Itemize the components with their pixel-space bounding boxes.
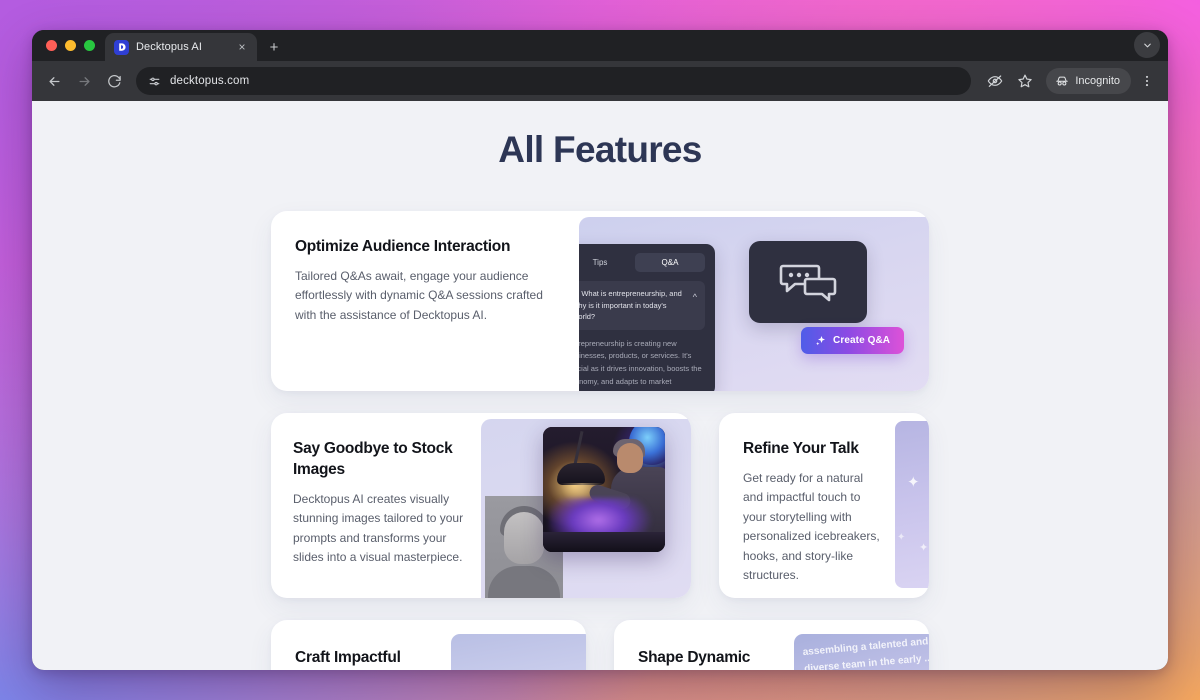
chevron-up-icon[interactable]: ^ [693, 292, 697, 303]
slide-mock-text: assembling a talented and diverse team i… [802, 635, 929, 670]
feature-card-media: ✦ ✦ ✦ [895, 421, 929, 588]
page-title: All Features [498, 129, 702, 170]
tracking-protection-button[interactable] [981, 67, 1009, 95]
qa-question-row[interactable]: 1. What is entrepreneurship, and why is … [579, 281, 705, 330]
three-dots-icon [1145, 75, 1149, 87]
sparkle-icon [816, 335, 825, 345]
window-traffic-lights [44, 30, 105, 61]
feature-card-title: Shape Dynamic [638, 649, 751, 666]
qa-answer-text: Entrepreneurship is creating new busines… [579, 338, 702, 386]
page-viewport: All Features Optimize Audience Interacti… [32, 101, 1168, 670]
tab-title: Decktopus AI [136, 41, 203, 53]
ai-generated-image [543, 427, 665, 552]
feature-card-media: Tips Q&A 1. What is entrepreneurship, an… [579, 217, 929, 391]
browser-menu-button[interactable] [1136, 67, 1158, 95]
back-button[interactable] [40, 67, 68, 95]
create-qa-label: Create Q&A [833, 335, 891, 346]
qa-tab-qa[interactable]: Q&A [635, 253, 705, 272]
url-text: decktopus.com [170, 75, 250, 87]
sparkle-icon: ✦ [907, 474, 920, 491]
chat-bubbles-icon [779, 264, 837, 302]
feature-row-3: Craft Impactful Shape Dynamic assembling… [271, 620, 929, 670]
minimize-window-button[interactable] [65, 40, 76, 51]
feature-card-body: Get ready for a natural and impactful to… [743, 470, 880, 583]
tab-strip: Decktopus AI × + [32, 30, 1168, 61]
tune-icon [149, 77, 160, 85]
feature-cards-container: Optimize Audience Interaction Tailored Q… [271, 211, 929, 670]
feature-card-title: Say Goodbye to Stock Images [293, 440, 453, 478]
chevron-down-icon [1143, 43, 1151, 47]
back-arrow-icon [49, 76, 59, 86]
qa-question-text: 1. What is entrepreneurship, and why is … [579, 289, 682, 322]
qa-mock-panel: Tips Q&A 1. What is entrepreneurship, an… [579, 244, 715, 391]
feature-row-2: Say Goodbye to Stock Images Decktopus AI… [271, 413, 929, 598]
star-icon [1018, 74, 1033, 88]
sparkle-icon: ✦ [919, 542, 929, 554]
feature-card-copy: Optimize Audience Interaction Tailored Q… [271, 211, 579, 391]
feature-card-copy: Say Goodbye to Stock Images Decktopus AI… [271, 413, 481, 598]
chat-bubbles-tile [749, 241, 867, 323]
toolbar-actions: Incognito [981, 67, 1158, 95]
feature-card-optimize-audience-interaction[interactable]: Optimize Audience Interaction Tailored Q… [271, 211, 929, 391]
feature-card-title: Refine Your Talk [743, 440, 859, 457]
decktopus-logo-icon [114, 39, 129, 55]
feature-card-body: Decktopus AI creates visually stunning i… [293, 491, 464, 565]
feature-card-body: Tailored Q&As await, engage your audienc… [295, 268, 543, 322]
forward-arrow-icon [79, 76, 89, 86]
browser-tab[interactable]: Decktopus AI × [105, 33, 257, 61]
create-qa-button[interactable]: Create Q&A [801, 327, 905, 354]
feature-card-copy: Shape Dynamic [614, 620, 794, 670]
incognito-label: Incognito [1075, 75, 1120, 87]
feature-card-title: Optimize Audience Interaction [295, 238, 511, 255]
feature-card-refine-your-talk[interactable]: Refine Your Talk Get ready for a natural… [719, 413, 929, 598]
reload-button[interactable] [100, 67, 128, 95]
address-bar[interactable]: decktopus.com [136, 67, 972, 95]
incognito-hat-icon [1056, 76, 1069, 86]
tab-list-button[interactable] [1134, 32, 1160, 58]
features-page: All Features Optimize Audience Interacti… [32, 101, 1168, 670]
feature-card-craft-impactful[interactable]: Craft Impactful [271, 620, 586, 670]
forward-button[interactable] [70, 67, 98, 95]
browser-toolbar: decktopus.com Incognito [32, 61, 1168, 101]
maximize-window-button[interactable] [84, 40, 95, 51]
reload-icon [107, 74, 121, 87]
eye-slash-icon [987, 75, 1003, 87]
feature-card-stock-images[interactable]: Say Goodbye to Stock Images Decktopus AI… [271, 413, 691, 598]
feature-card-title: Craft Impactful [295, 649, 401, 666]
qa-tab-tips[interactable]: Tips [579, 253, 635, 272]
incognito-indicator[interactable]: Incognito [1046, 68, 1131, 94]
browser-window: Decktopus AI × + decktopus.com Incognito… [32, 30, 1168, 670]
new-tab-button[interactable]: + [261, 34, 287, 60]
close-tab-icon[interactable]: × [234, 39, 250, 55]
qa-mock-tabs: Tips Q&A [579, 253, 705, 272]
close-window-button[interactable] [46, 40, 57, 51]
feature-card-media [451, 634, 586, 670]
feature-card-copy: Refine Your Talk Get ready for a natural… [719, 413, 895, 598]
feature-card-media [481, 419, 691, 598]
feature-card-copy: Craft Impactful [271, 620, 451, 670]
feature-card-shape-dynamic[interactable]: Shape Dynamic assembling a talented and … [614, 620, 929, 670]
sparkle-icon: ✦ [897, 532, 906, 543]
feature-card-media: assembling a talented and diverse team i… [794, 634, 929, 670]
bookmark-button[interactable] [1011, 67, 1039, 95]
